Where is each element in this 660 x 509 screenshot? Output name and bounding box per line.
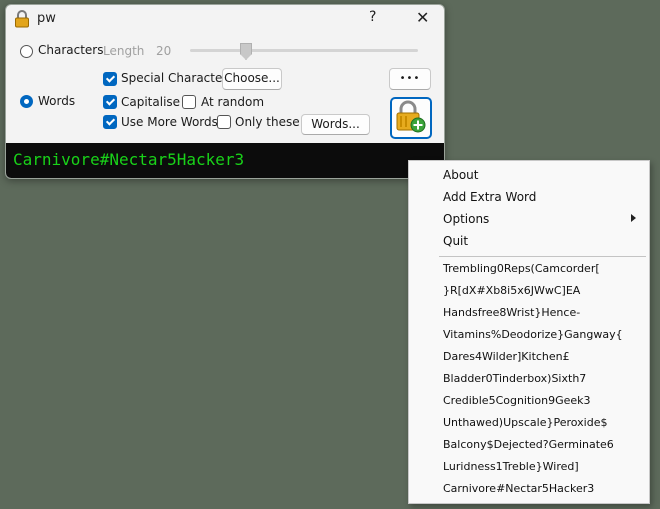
special-characters-label: Special Characters: [121, 71, 234, 85]
choose-button[interactable]: Choose...: [222, 68, 282, 90]
title-bar[interactable]: pw ? ✕: [6, 5, 444, 33]
menu-item-add-extra-word[interactable]: Add Extra Word: [443, 190, 536, 204]
at-random-label: At random: [201, 95, 265, 109]
history-item[interactable]: Unthawed)Upscale}Peroxide$: [443, 416, 607, 429]
app-window: pw ? ✕ Characters Length 20 Words Specia…: [5, 4, 445, 179]
capitalise-checkbox[interactable]: [103, 95, 117, 109]
use-more-words-checkbox[interactable]: [103, 115, 117, 129]
use-more-words-label: Use More Words: [121, 115, 218, 129]
generate-button[interactable]: [390, 97, 432, 139]
words-label: Words: [38, 94, 76, 108]
window-title: pw: [37, 11, 56, 26]
password-output[interactable]: Carnivore#Nectar5Hacker3: [6, 143, 444, 178]
characters-label: Characters: [38, 43, 104, 57]
lock-icon: [15, 10, 29, 28]
only-these-checkbox[interactable]: [217, 115, 231, 129]
capitalise-label: Capitalise: [121, 95, 181, 109]
only-these-label: Only these: [235, 115, 300, 129]
history-item[interactable]: Vitamins%Deodorize}Gangway{: [443, 328, 623, 341]
help-button[interactable]: ?: [369, 9, 376, 25]
more-options-button[interactable]: •••: [389, 68, 431, 90]
characters-radio[interactable]: [20, 45, 33, 58]
history-item[interactable]: Bladder0Tinderbox)Sixth7: [443, 372, 586, 385]
menu-item-quit[interactable]: Quit: [443, 234, 468, 248]
length-value: 20: [156, 44, 172, 58]
close-button[interactable]: ✕: [416, 8, 429, 27]
length-slider-thumb[interactable]: [240, 43, 252, 60]
history-item[interactable]: Handsfree8Wrist}Hence-: [443, 306, 580, 319]
password-text: Carnivore#Nectar5Hacker3: [13, 150, 245, 169]
context-menu: About Add Extra Word Options Quit Trembl…: [408, 160, 650, 504]
length-slider-track[interactable]: [190, 49, 418, 52]
history-item[interactable]: Dares4Wilder]Kitchen£: [443, 350, 570, 363]
menu-item-options[interactable]: Options: [443, 212, 489, 226]
history-item[interactable]: Balcony$Dejected?Germinate6: [443, 438, 614, 451]
submenu-arrow-icon: [631, 214, 636, 222]
menu-separator: [439, 256, 646, 257]
history-item[interactable]: }R[dX#Xb8i5x6JWwC]EA: [443, 284, 580, 297]
lock-add-icon: [396, 100, 426, 133]
menu-item-about[interactable]: About: [443, 168, 478, 182]
history-item[interactable]: Trembling0Reps(Camcorder[: [443, 262, 600, 275]
words-button[interactable]: Words...: [301, 114, 370, 135]
history-item[interactable]: Credible5Cognition9Geek3: [443, 394, 591, 407]
at-random-checkbox[interactable]: [182, 95, 196, 109]
history-item[interactable]: Carnivore#Nectar5Hacker3: [443, 482, 594, 495]
words-radio[interactable]: [20, 95, 33, 108]
special-characters-checkbox[interactable]: [103, 72, 117, 86]
length-label: Length: [103, 44, 145, 58]
history-item[interactable]: Luridness1Treble}Wired]: [443, 460, 579, 473]
